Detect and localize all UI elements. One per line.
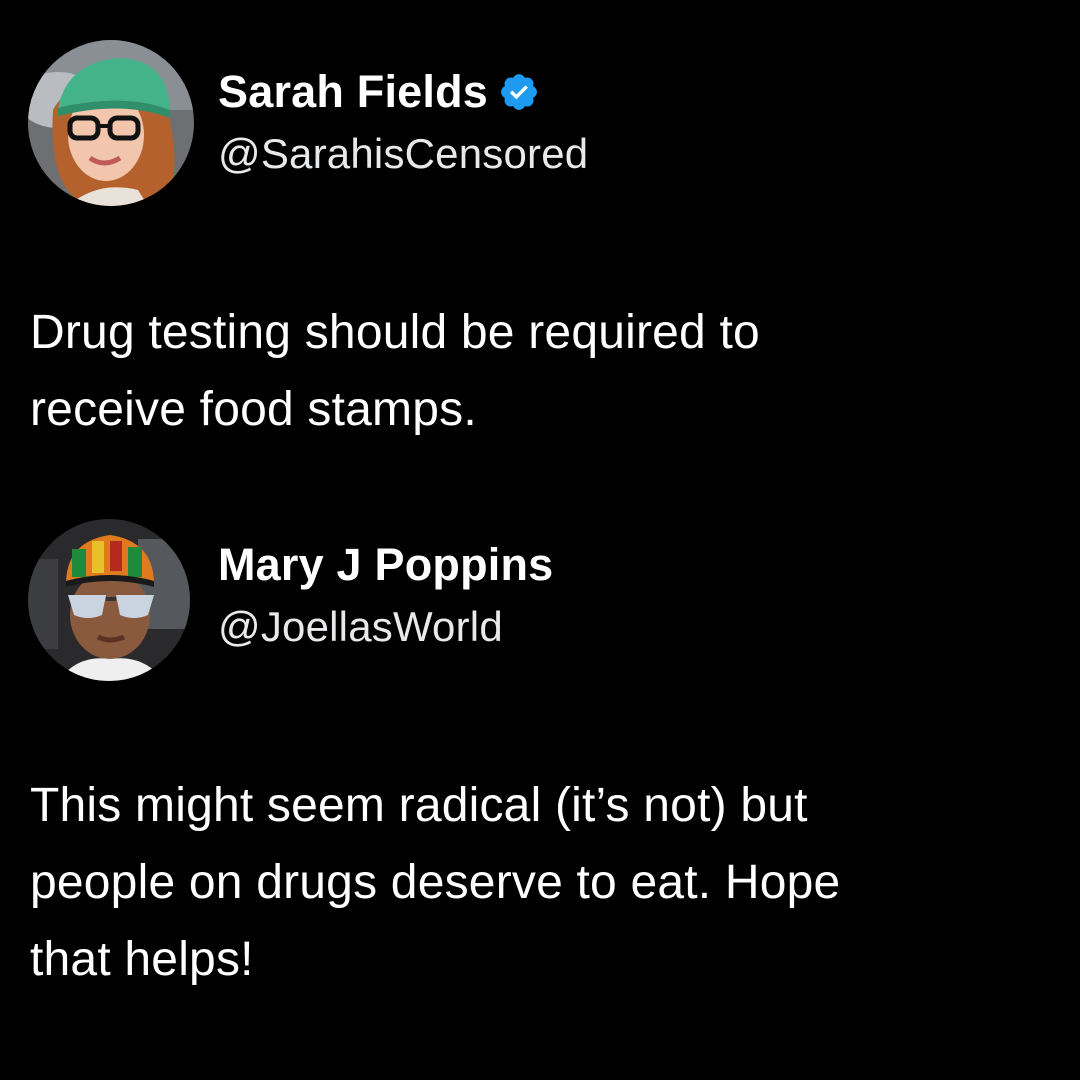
tweet-text: Drug testing should be required to recei…: [30, 294, 1060, 448]
author-name-row: Sarah Fields: [218, 64, 540, 120]
tweet-text-line: that helps!: [30, 933, 254, 986]
author-handle[interactable]: @SarahisCensored: [218, 130, 588, 178]
avatar[interactable]: [28, 519, 190, 681]
author-name-row: Mary J Poppins: [218, 537, 553, 593]
reply-tweet: Mary J Poppins @JoellasWorld This might …: [0, 517, 1080, 986]
avatar-photo: [28, 40, 194, 206]
tweet-text: This might seem radical (it’s not) but p…: [30, 767, 1060, 998]
author-handle[interactable]: @JoellasWorld: [218, 603, 503, 651]
tweet-header: Sarah Fields @SarahisCensored: [0, 40, 1080, 210]
tweet-text-line: This might seem radical (it’s not) but: [30, 779, 808, 832]
author-name[interactable]: Sarah Fields: [218, 66, 488, 118]
tweet-text-line: people on drugs deserve to eat. Hope: [30, 856, 841, 909]
author-name[interactable]: Mary J Poppins: [218, 539, 553, 591]
original-tweet: Sarah Fields @SarahisCensored Drug testi…: [0, 40, 1080, 436]
verified-badge-icon: [498, 71, 540, 113]
tweet-header: Mary J Poppins @JoellasWorld: [0, 517, 1080, 687]
tweet-text-line: Drug testing should be required to: [30, 306, 760, 359]
tweet-text-line: receive food stamps.: [30, 383, 477, 436]
avatar-photo: [28, 519, 190, 681]
avatar[interactable]: [28, 40, 194, 206]
